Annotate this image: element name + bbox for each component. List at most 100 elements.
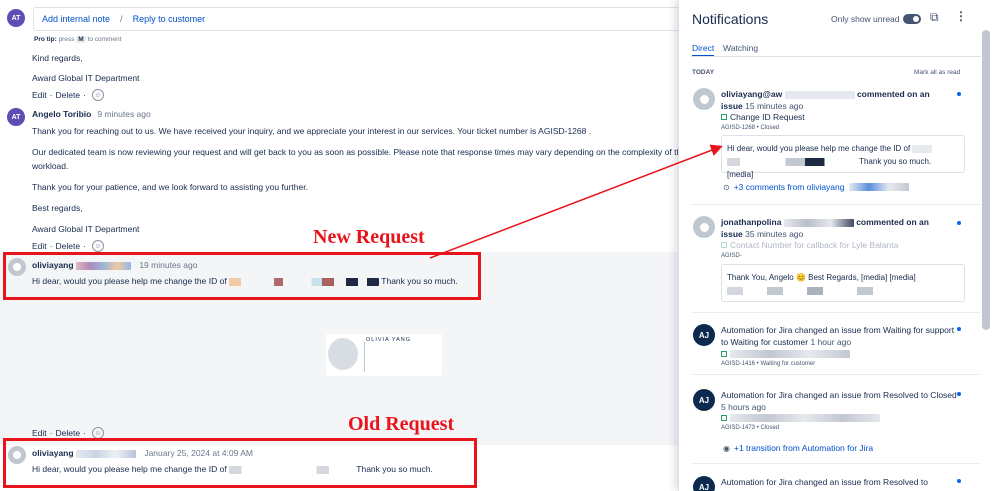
automation-avatar: AJ	[693, 476, 715, 491]
reply-to-customer-link[interactable]: Reply to customer	[133, 14, 206, 24]
notification-action: commented on an	[856, 217, 929, 227]
notification-text[interactable]: jonathanpolina commented on an issue 35 …	[721, 216, 961, 240]
notification-time: 1 hour ago	[810, 337, 852, 347]
notification-avatar	[693, 88, 715, 110]
more-options-icon[interactable]: ⋮	[955, 9, 967, 23]
action-dot: ·	[83, 90, 86, 100]
business-card-image[interactable]: OLIVIA YANG	[326, 334, 442, 376]
tab-watching[interactable]: Watching	[723, 43, 758, 53]
protip: Pro tip: press M to comment	[34, 36, 121, 43]
tab-direct[interactable]: Direct	[692, 43, 715, 57]
section-today: TODAY	[692, 69, 715, 76]
unread-dot[interactable]	[957, 92, 961, 96]
more-transitions-link[interactable]: ◉ +1 transition from Automation for Jira	[723, 443, 873, 453]
old-request-label: Old Request	[348, 413, 455, 435]
comment-time: 9 minutes ago	[97, 109, 151, 119]
more-comments-link[interactable]: ⊙ +3 comments from oliviayang	[723, 182, 909, 192]
redacted-name	[783, 218, 854, 227]
prev-comment-actions: Edit · Delete · ☺	[32, 89, 104, 101]
notification-text[interactable]: Automation for Jira changed an issue fro…	[721, 324, 961, 348]
comment-paragraph: workload.	[32, 161, 69, 171]
preview-text: Thank You, Angelo 😊 Best Regards, [media…	[727, 273, 916, 282]
issue-title-text: Change ID Request	[730, 112, 805, 122]
notification-actor: jonathanpolina	[721, 217, 782, 227]
more-comments-text: +3 comments from oliviayang	[733, 182, 845, 192]
unread-dot[interactable]	[957, 392, 961, 396]
notification-text[interactable]: oliviayang@aw commented on an issue 15 m…	[721, 88, 961, 112]
comment-paragraph: Best regards,	[32, 203, 83, 213]
emoji-icon[interactable]: ☺	[91, 89, 104, 101]
comment-paragraph: Award Global IT Department	[32, 224, 140, 234]
check-square-icon	[721, 351, 727, 357]
comment-preview[interactable]: Thank You, Angelo 😊 Best Regards, [media…	[721, 264, 965, 302]
redacted-title	[730, 414, 880, 422]
notification-divider	[692, 374, 980, 375]
comment-paragraph: Our dedicated team is now reviewing your…	[32, 147, 683, 157]
edit-link[interactable]: Edit	[32, 241, 47, 251]
notification-text[interactable]: Automation for Jira changed an issue fro…	[721, 389, 961, 413]
unread-dot[interactable]	[957, 221, 961, 225]
issue-meta: AGISD-1268 • Closed	[721, 125, 780, 131]
comment-preview[interactable]: Hi dear, would you please help me change…	[721, 135, 965, 179]
issue-title[interactable]: Contact Number for callback for Lyle Bal…	[721, 240, 898, 250]
automation-avatar: AJ	[693, 324, 715, 346]
scrollbar[interactable]	[982, 30, 990, 330]
redacted-id	[727, 157, 857, 166]
new-request-highlight	[3, 252, 481, 300]
redacted-title	[730, 350, 850, 358]
current-user-avatar[interactable]: AT	[7, 9, 25, 27]
only-unread-label: Only show unread	[831, 14, 900, 24]
comment-header: Angelo Toribio 9 minutes ago	[32, 109, 151, 119]
transition-icon: ◉	[723, 443, 730, 453]
old-request-highlight	[3, 438, 477, 488]
notification-divider	[692, 204, 980, 205]
card-name: OLIVIA YANG	[366, 337, 412, 343]
conversation-pane: AT Add internal note / Reply to customer…	[0, 0, 683, 491]
comment-composer[interactable]: Add internal note / Reply to customer	[33, 7, 683, 31]
issue-title[interactable]: Change ID Request	[721, 112, 805, 122]
delete-link[interactable]: Delete	[56, 241, 81, 251]
notification-text[interactable]: Automation for Jira changed an issue fro…	[721, 476, 961, 488]
notification-text-body: Automation for Jira changed an issue fro…	[721, 477, 928, 487]
redacted-email	[848, 183, 909, 191]
unread-dot[interactable]	[957, 479, 961, 483]
edit-link[interactable]: Edit	[32, 90, 47, 100]
action-dot: ·	[49, 90, 53, 100]
issue-meta: AGISD-1473 • Closed	[721, 425, 780, 431]
add-internal-note-link[interactable]: Add internal note	[42, 14, 110, 24]
prev-comment-signoff: Kind regards,	[32, 53, 83, 63]
notification-text-body: Automation for Jira changed an issue fro…	[721, 390, 957, 400]
check-square-icon	[721, 415, 727, 421]
protip-label: Pro tip:	[34, 36, 57, 43]
emoji-icon[interactable]: ☺	[91, 240, 104, 252]
notification-avatar	[693, 216, 715, 238]
action-dot: ·	[49, 241, 53, 251]
notifications-panel: Notifications Only show unread ⧉ ⋮ Direc…	[678, 0, 999, 491]
open-new-window-icon[interactable]: ⧉	[930, 10, 939, 25]
protip-key: M	[76, 36, 86, 43]
notification-time: 5 hours ago	[721, 402, 766, 412]
redacted-email	[784, 90, 855, 99]
check-square-icon	[721, 242, 727, 248]
delete-link[interactable]: Delete	[56, 90, 81, 100]
action-dot: ·	[49, 428, 53, 438]
notification-actor: oliviayang@aw	[721, 89, 783, 99]
comment-paragraph: Thank you for reaching out to us. We hav…	[32, 126, 592, 136]
comments-icon: ⊙	[723, 182, 730, 192]
comment-paragraph: Thank you for your patience, and we look…	[32, 182, 308, 192]
issue-title[interactable]	[721, 350, 850, 358]
issue-title-text: Contact Number for callback for Lyle Bal…	[730, 240, 899, 250]
delete-link[interactable]: Delete	[56, 428, 81, 438]
redacted-text	[727, 286, 927, 295]
notification-action: commented on an	[856, 89, 930, 99]
action-dot: ·	[83, 428, 86, 438]
card-photo	[328, 338, 358, 370]
prev-comment-signature: Award Global IT Department	[32, 73, 140, 83]
edit-link[interactable]: Edit	[32, 428, 47, 438]
notification-action2: issue	[721, 101, 743, 111]
issue-title[interactable]	[721, 414, 880, 422]
check-square-icon	[721, 114, 727, 120]
mark-all-read-button[interactable]: Mark all as read	[914, 69, 960, 76]
only-unread-toggle[interactable]	[903, 14, 921, 24]
unread-dot[interactable]	[957, 327, 961, 331]
